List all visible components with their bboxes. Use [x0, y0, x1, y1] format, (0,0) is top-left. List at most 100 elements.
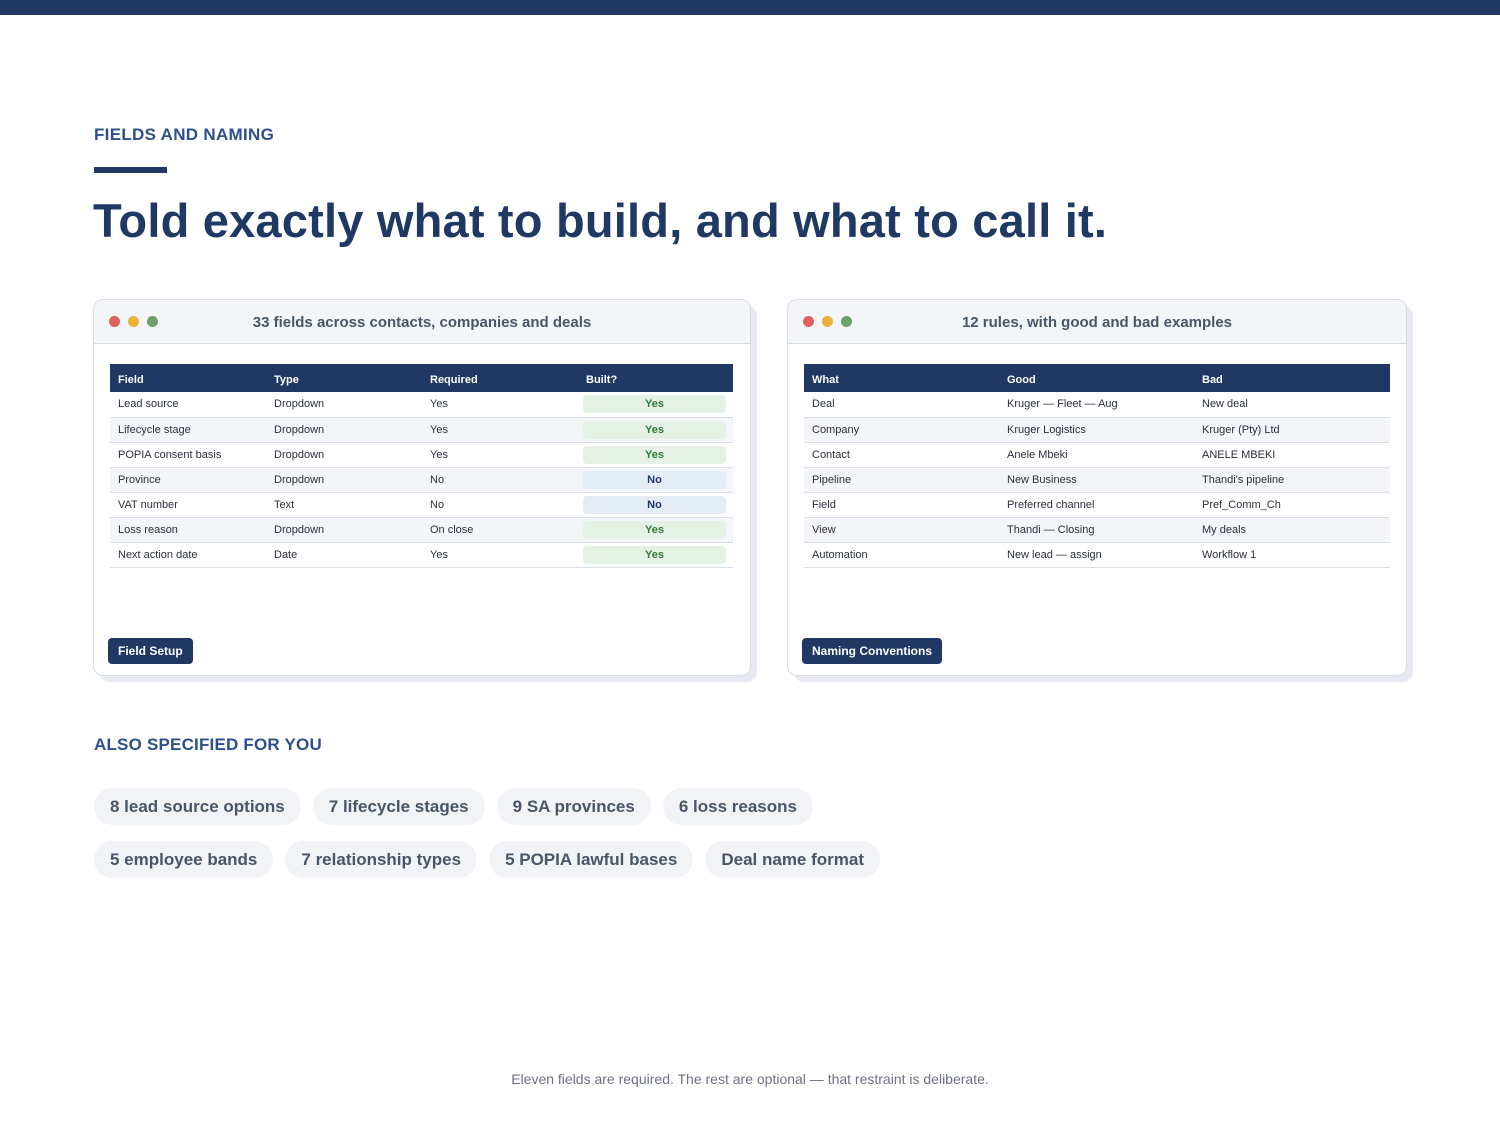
- window-titlebar: 12 rules, with good and bad examples: [788, 300, 1406, 344]
- table-cell-required: No: [422, 492, 578, 518]
- table-cell-bad: Kruger (Pty) Ltd: [1194, 417, 1390, 443]
- window-titlebar: 33 fields across contacts, companies and…: [94, 300, 750, 344]
- built-status-badge: Yes: [583, 545, 726, 564]
- section-eyebrow: FIELDS AND NAMING: [94, 125, 275, 144]
- table-cell-good: New Business: [999, 467, 1194, 493]
- table-cell-good: Anele Mbeki: [999, 442, 1194, 468]
- table-cell-required: Yes: [422, 392, 578, 418]
- table-cell-field: Loss reason: [110, 517, 266, 543]
- table-cell-required: Yes: [422, 442, 578, 468]
- table-cell-good: Kruger — Fleet — Aug: [999, 392, 1194, 418]
- table-cell-type: Dropdown: [266, 417, 422, 443]
- table-cell-type: Dropdown: [266, 467, 422, 493]
- table-row: Contact Anele Mbeki ANELE MBEKI: [804, 442, 1390, 468]
- table-cell-required: On close: [422, 517, 578, 543]
- naming-conventions-tag: Naming Conventions: [802, 638, 943, 664]
- table-cell-required: Yes: [422, 417, 578, 443]
- table-header-row: What Good Bad: [804, 364, 1390, 392]
- table-cell-what: Deal: [804, 392, 999, 418]
- column-header: What: [804, 364, 999, 392]
- table-cell-what: Field: [804, 492, 999, 518]
- table-cell-bad: My deals: [1194, 517, 1390, 543]
- naming-table: What Good Bad Deal Kruger — Fleet — Aug Ne…: [804, 364, 1390, 568]
- table-row: Pipeline New Business Thandi's pipeline: [804, 467, 1390, 493]
- spec-chip: 6 loss reasons: [662, 788, 813, 825]
- fields-table: Field Type Required Built? Lead source Dr…: [110, 364, 733, 568]
- spec-chip: 7 lifecycle stages: [312, 788, 485, 825]
- table-cell-type: Dropdown: [266, 442, 422, 468]
- eyebrow-rule: [94, 167, 167, 173]
- table-cell-built: No: [578, 492, 733, 518]
- column-header: Good: [999, 364, 1194, 392]
- table-cell-field: VAT number: [110, 492, 266, 518]
- table-cell-good: Kruger Logistics: [999, 417, 1194, 443]
- table-cell-what: View: [804, 517, 999, 543]
- table-cell-built: Yes: [578, 517, 733, 543]
- table-cell-what: Automation: [804, 542, 999, 568]
- table-row: VAT number Text No No: [110, 492, 733, 518]
- table-cell-built: Yes: [578, 542, 733, 568]
- table-cell-bad: ANELE MBEKI: [1194, 442, 1390, 468]
- top-accent-bar: [0, 0, 1500, 15]
- window-title: 12 rules, with good and bad examples: [961, 314, 1233, 331]
- table-cell-bad: New deal: [1194, 392, 1390, 418]
- table-cell-required: Yes: [422, 542, 578, 568]
- table-cell-type: Dropdown: [266, 392, 422, 418]
- spec-chip: 9 SA provinces: [496, 788, 651, 825]
- table-row: Deal Kruger — Fleet — Aug New deal: [804, 392, 1390, 418]
- table-cell-what: Contact: [804, 442, 999, 468]
- table-cell-good: Preferred channel: [999, 492, 1194, 518]
- table-cell-field: Lead source: [110, 392, 266, 418]
- table-cell-built: No: [578, 467, 733, 493]
- column-header: Built?: [578, 364, 733, 392]
- spec-chip: 5 employee bands: [94, 841, 274, 878]
- spec-chip: 7 relationship types: [285, 841, 478, 878]
- chip-row: 5 employee bands 7 relationship types 5 PO…: [94, 841, 881, 878]
- table-row: Company Kruger Logistics Kruger (Pty) Ltd: [804, 417, 1390, 443]
- column-header: Required: [422, 364, 578, 392]
- table-row: Next action date Date Yes Yes: [110, 542, 733, 568]
- table-header-row: Field Type Required Built?: [110, 364, 733, 392]
- footer-note: Eleven fields are required. The rest are…: [511, 1071, 989, 1087]
- table-cell-type: Text: [266, 492, 422, 518]
- column-header: Type: [266, 364, 422, 392]
- spec-chip: 5 POPIA lawful bases: [489, 841, 694, 878]
- window-title: 33 fields across contacts, companies and…: [252, 314, 592, 331]
- table-row: Lead source Dropdown Yes Yes: [110, 392, 733, 418]
- table-row: Automation New lead — assign Workflow 1: [804, 542, 1390, 568]
- table-cell-what: Company: [804, 417, 999, 443]
- table-row: Field Preferred channel Pref_Comm_Ch: [804, 492, 1390, 518]
- built-status-badge: No: [583, 495, 726, 514]
- column-header: Bad: [1194, 364, 1390, 392]
- field-setup-window: 33 fields across contacts, companies and…: [93, 299, 751, 676]
- column-header: Field: [110, 364, 266, 392]
- spec-chip: 8 lead source options: [94, 788, 301, 825]
- table-cell-field: Province: [110, 467, 266, 493]
- naming-conventions-window: 12 rules, with good and bad examples Wha…: [787, 299, 1407, 676]
- page-headline: Told exactly what to build, and what to …: [93, 194, 1108, 247]
- table-cell-built: Yes: [578, 392, 733, 418]
- built-status-badge: No: [583, 470, 726, 489]
- table-cell-built: Yes: [578, 442, 733, 468]
- also-specified-label: ALSO SPECIFIED FOR YOU: [94, 735, 322, 754]
- spec-chip: Deal name format: [705, 841, 881, 878]
- table-cell-required: No: [422, 467, 578, 493]
- table-cell-good: Thandi — Closing: [999, 517, 1194, 543]
- table-cell-type: Dropdown: [266, 517, 422, 543]
- table-row: POPIA consent basis Dropdown Yes Yes: [110, 442, 733, 468]
- table-row: View Thandi — Closing My deals: [804, 517, 1390, 543]
- table-row: Lifecycle stage Dropdown Yes Yes: [110, 417, 733, 443]
- table-row: Loss reason Dropdown On close Yes: [110, 517, 733, 543]
- table-cell-good: New lead — assign: [999, 542, 1194, 568]
- built-status-badge: Yes: [583, 420, 726, 439]
- table-cell-bad: Workflow 1: [1194, 542, 1390, 568]
- table-cell-built: Yes: [578, 417, 733, 443]
- chip-row: 8 lead source options 7 lifecycle stages 9…: [94, 788, 813, 825]
- built-status-badge: Yes: [583, 445, 726, 464]
- field-setup-tag: Field Setup: [108, 638, 193, 664]
- built-status-badge: Yes: [583, 520, 726, 539]
- table-cell-bad: Thandi's pipeline: [1194, 467, 1390, 493]
- built-status-badge: Yes: [583, 395, 726, 414]
- table-cell-field: Next action date: [110, 542, 266, 568]
- table-cell-what: Pipeline: [804, 467, 999, 493]
